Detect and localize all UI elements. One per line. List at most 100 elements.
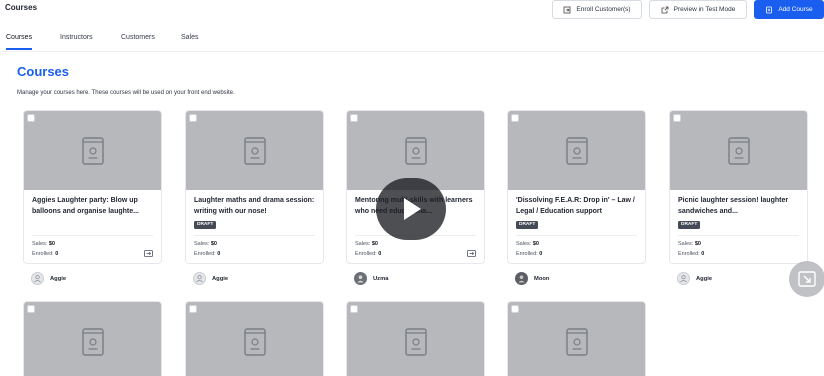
course-title[interactable]: Laughter maths and drama session: writin… [194,196,318,217]
sales-value: $0 [532,241,539,247]
course-instructor[interactable]: Aggie [193,272,228,285]
enrolled-value: 0 [701,251,705,257]
enrolled-stat: Enrolled: 0 [678,251,704,257]
course-instructor[interactable]: Moon [515,272,549,285]
instructor-name: Aggie [50,275,67,282]
course-book-icon [81,327,104,356]
course-title[interactable]: Aggies Laughter party: Blow up balloons … [32,196,156,217]
card-divider [194,235,315,236]
enrolled-value: 0 [378,251,382,257]
course-card[interactable] [346,301,485,376]
instructor-name: Uzma [373,275,389,282]
course-card[interactable]: Laughter maths and drama session: writin… [185,110,324,264]
course-book-icon [727,136,750,165]
select-checkbox[interactable] [511,305,519,313]
course-instructor[interactable]: Aggie [677,272,712,285]
course-thumbnail [186,302,323,376]
tab-instructors[interactable]: Instructors [60,34,93,41]
course-thumbnail [347,302,484,376]
draft-badge: DRAFT [194,221,217,229]
select-checkbox[interactable] [189,114,197,122]
enrolled-value: 0 [539,251,543,257]
instructor-name: Aggie [696,275,713,282]
select-checkbox[interactable] [27,305,35,313]
enrolled-value: 0 [217,251,221,257]
enrolled-stat: Enrolled: 0 [194,251,220,257]
course-card[interactable] [23,301,162,376]
course-instructor[interactable]: Aggie [31,272,66,285]
sales-label: Sales: [355,241,371,247]
enrolled-label: Enrolled: [516,251,538,257]
page-title: Courses [17,64,70,79]
course-instructor[interactable]: Uzma [354,272,388,285]
preview-test-mode-label: Preview in Test Mode [673,6,736,13]
enrolled-stat: Enrolled: 0 [32,251,58,257]
course-thumbnail [508,302,645,376]
course-book-icon [565,136,588,165]
course-card[interactable]: Aggies Laughter party: Blow up balloons … [23,110,162,264]
draft-badge: DRAFT [678,221,701,229]
course-book-icon [243,136,266,165]
page-description: Manage your courses here. These courses … [17,90,235,96]
course-card[interactable] [185,301,324,376]
sales-stat: Sales: $0 [516,241,539,247]
enroll-customers-label: Enroll Customer(s) [576,6,631,13]
video-play-button[interactable] [376,178,446,240]
top-bar: Courses Enroll Customer(s) Preview in Te… [0,0,824,22]
course-title[interactable]: Picnic laughter session! laughter sandwi… [678,196,802,217]
sales-stat: Sales: $0 [678,241,701,247]
preview-test-mode-button[interactable]: Preview in Test Mode [649,0,747,19]
sales-stat: Sales: $0 [32,241,55,247]
course-thumbnail [508,111,645,190]
instructor-name: Moon [534,275,550,282]
course-book-icon [243,327,266,356]
course-book-icon [565,327,588,356]
course-thumbnail [24,111,161,190]
select-checkbox[interactable] [511,114,519,122]
sales-stat: Sales: $0 [355,241,378,247]
course-book-icon [81,136,104,165]
card-divider [32,235,153,236]
add-course-button[interactable]: Add Course [754,0,824,19]
select-checkbox[interactable] [673,114,681,122]
instructor-name: Aggie [212,275,229,282]
sales-label: Sales: [194,241,210,247]
tab-courses[interactable]: Courses [6,34,33,50]
tab-customers[interactable]: Customers [121,34,155,41]
add-course-icon [766,6,773,13]
user-icon [196,275,203,283]
select-checkbox[interactable] [350,305,358,313]
enrolled-stat: Enrolled: 0 [516,251,542,257]
course-card[interactable] [507,301,646,376]
select-checkbox[interactable] [189,305,197,313]
user-photo-icon [357,275,364,283]
course-card[interactable]: Picnic laughter session! laughter sandwi… [669,110,808,264]
course-title[interactable]: 'Dissolving F.E.A.R: Drop in' – Law / Le… [516,196,640,217]
enroll-customers-button[interactable]: Enroll Customer(s) [552,0,642,19]
avatar [677,272,690,285]
course-card[interactable]: 'Dissolving F.E.A.R: Drop in' – Law / Le… [507,110,646,264]
avatar [31,272,44,285]
select-checkbox[interactable] [27,114,35,122]
sales-stat: Sales: $0 [194,241,217,247]
course-stats-icon[interactable] [467,250,476,257]
enrolled-label: Enrolled: [32,251,54,257]
sales-value: $0 [210,241,217,247]
course-book-icon [404,327,427,356]
enrolled-label: Enrolled: [194,251,216,257]
draft-badge: DRAFT [516,221,539,229]
external-link-icon [661,6,669,13]
select-checkbox[interactable] [350,114,358,122]
tab-sales[interactable]: Sales [181,34,199,41]
tab-bar: Courses Instructors Customers Sales [0,22,824,52]
course-book-icon [404,136,427,165]
card-divider [678,235,799,236]
card-divider [516,235,637,236]
course-thumbnail [670,111,807,190]
course-stats-icon[interactable] [144,250,153,257]
floating-widget-button[interactable] [789,261,824,297]
enrolled-stat: Enrolled: 0 [355,251,381,257]
enroll-icon [564,6,571,13]
add-course-label: Add Course [778,6,813,13]
play-icon [404,198,421,220]
